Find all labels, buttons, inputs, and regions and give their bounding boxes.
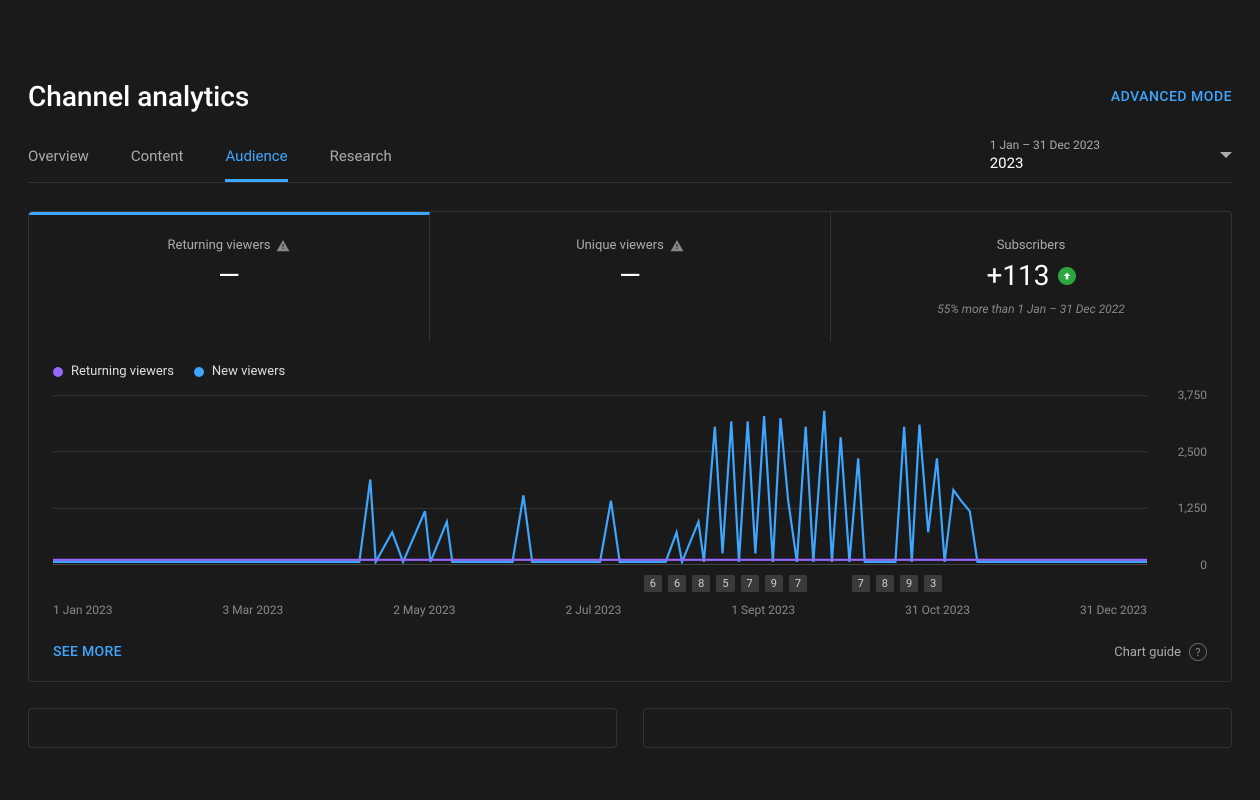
tab-overview[interactable]: Overview bbox=[28, 133, 89, 182]
x-tick: 3 Mar 2023 bbox=[222, 603, 283, 617]
legend-label: Returning viewers bbox=[71, 364, 174, 379]
tab-research[interactable]: Research bbox=[330, 133, 392, 182]
below-cards bbox=[28, 708, 1232, 748]
chart-guide-button[interactable]: Chart guide ? bbox=[1114, 643, 1207, 661]
y-tick: 1,250 bbox=[1178, 501, 1207, 515]
date-text: 1 Jan – 31 Dec 2023 2023 bbox=[990, 138, 1100, 172]
tab-audience[interactable]: Audience bbox=[225, 133, 287, 182]
tab-content[interactable]: Content bbox=[131, 133, 184, 182]
date-range-picker[interactable]: 1 Jan – 31 Dec 2023 2023 bbox=[990, 138, 1232, 182]
metric-value: — bbox=[41, 259, 417, 292]
chart-plot: 6 6 8 5 7 9 7 7 8 9 3 bbox=[53, 395, 1207, 565]
header-row: Channel analytics ADVANCED MODE bbox=[28, 0, 1232, 133]
date-range-label: 1 Jan – 31 Dec 2023 bbox=[990, 138, 1100, 152]
x-axis: 1 Jan 2023 3 Mar 2023 2 May 2023 2 Jul 2… bbox=[53, 603, 1207, 617]
metric-label: Returning viewers bbox=[168, 238, 291, 253]
x-tick: 1 Jan 2023 bbox=[53, 603, 112, 617]
metric-value: +113 bbox=[843, 259, 1219, 292]
legend-dot-icon bbox=[194, 367, 204, 377]
x-tick: 1 Sept 2023 bbox=[731, 603, 795, 617]
metric-value: — bbox=[442, 259, 818, 292]
card-footer: SEE MORE Chart guide ? bbox=[29, 625, 1231, 681]
x-tick: 31 Oct 2023 bbox=[905, 603, 970, 617]
chevron-down-icon bbox=[1220, 152, 1232, 158]
date-year: 2023 bbox=[990, 154, 1100, 172]
x-tick: 2 May 2023 bbox=[393, 603, 455, 617]
y-tick: 2,500 bbox=[1178, 445, 1207, 459]
y-axis: 3,750 2,500 1,250 0 bbox=[1147, 395, 1207, 565]
chart-marker: 9 bbox=[900, 575, 918, 592]
metric-comparison: 55% more than 1 Jan – 31 Dec 2022 bbox=[843, 302, 1219, 316]
metric-value-text: +113 bbox=[986, 259, 1049, 292]
legend-returning: Returning viewers bbox=[53, 364, 174, 379]
metric-subscribers[interactable]: Subscribers +113 55% more than 1 Jan – 3… bbox=[831, 212, 1231, 342]
y-tick: 0 bbox=[1200, 558, 1207, 572]
tabs-row: Overview Content Audience Research 1 Jan… bbox=[28, 133, 1232, 183]
help-icon: ? bbox=[1189, 643, 1207, 661]
card-placeholder-right[interactable] bbox=[643, 708, 1232, 748]
trend-up-icon bbox=[1058, 267, 1076, 285]
metric-row: Returning viewers — Unique viewers — Sub… bbox=[29, 212, 1231, 342]
warning-icon bbox=[276, 239, 290, 253]
metric-unique-viewers[interactable]: Unique viewers — bbox=[430, 212, 831, 342]
advanced-mode-button[interactable]: ADVANCED MODE bbox=[1111, 89, 1232, 105]
see-more-button[interactable]: SEE MORE bbox=[53, 644, 122, 660]
page-title: Channel analytics bbox=[28, 80, 249, 113]
card-placeholder-left[interactable] bbox=[28, 708, 617, 748]
y-tick: 3,750 bbox=[1178, 388, 1207, 402]
chart-svg bbox=[53, 395, 1147, 564]
legend-label: New viewers bbox=[212, 364, 285, 379]
metric-returning-viewers[interactable]: Returning viewers — bbox=[29, 212, 430, 342]
analytics-card: Returning viewers — Unique viewers — Sub… bbox=[28, 211, 1232, 682]
metric-label: Subscribers bbox=[997, 238, 1066, 253]
chart-area: Returning viewers New viewers bbox=[29, 342, 1231, 625]
legend-dot-icon bbox=[53, 367, 63, 377]
chart-legend: Returning viewers New viewers bbox=[53, 364, 1207, 379]
tabs: Overview Content Audience Research bbox=[28, 133, 392, 182]
metric-label-text: Unique viewers bbox=[576, 238, 664, 253]
metric-label-text: Returning viewers bbox=[168, 238, 271, 253]
chart-guide-label: Chart guide bbox=[1114, 645, 1181, 660]
chart-marker: 8 bbox=[876, 575, 894, 592]
marker-group-2: 7 8 9 3 bbox=[53, 575, 1147, 592]
chart-marker: 7 bbox=[852, 575, 870, 592]
x-tick: 2 Jul 2023 bbox=[565, 603, 621, 617]
chart-marker: 3 bbox=[924, 575, 942, 592]
chart-canvas[interactable]: 6 6 8 5 7 9 7 7 8 9 3 bbox=[53, 395, 1147, 565]
metric-label: Unique viewers bbox=[576, 238, 684, 253]
x-tick: 31 Dec 2023 bbox=[1080, 603, 1147, 617]
warning-icon bbox=[670, 239, 684, 253]
legend-new: New viewers bbox=[194, 364, 285, 379]
